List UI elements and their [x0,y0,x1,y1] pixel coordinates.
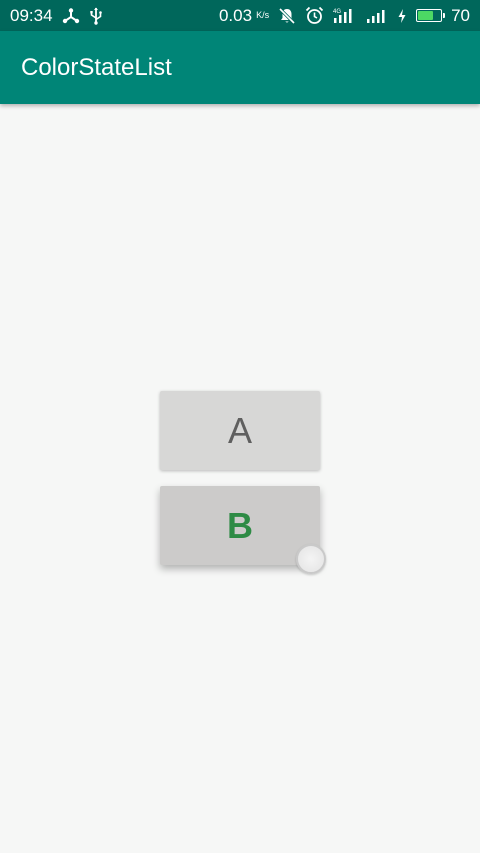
svg-text:4G: 4G [333,9,341,15]
notifications-off-icon [278,7,296,25]
share-icon [62,7,80,25]
status-time: 09:34 [10,5,53,25]
battery-icon [416,9,446,22]
status-bar: 09:34 0.03 K/s 4G 70 [0,0,480,31]
signal-icon [366,7,388,25]
usb-icon [89,7,103,25]
button-a[interactable]: A [160,391,320,470]
battery-level: 70 [451,5,470,25]
app-bar: ColorStateList [0,31,480,104]
touch-indicator [296,544,326,574]
status-bar-right: 0.03 K/s 4G 70 [219,6,470,26]
signal-4g-icon: 4G [333,7,357,25]
alarm-icon [305,6,324,25]
charging-icon [397,8,407,24]
network-speed-value: 0.03 [218,5,253,25]
content-area: A B [0,104,480,853]
network-speed: 0.03 K/s [219,6,269,26]
battery-fill [418,11,434,20]
app-title: ColorStateList [21,53,172,81]
network-speed-unit: K/s [256,10,270,20]
status-bar-left: 09:34 [10,6,103,26]
